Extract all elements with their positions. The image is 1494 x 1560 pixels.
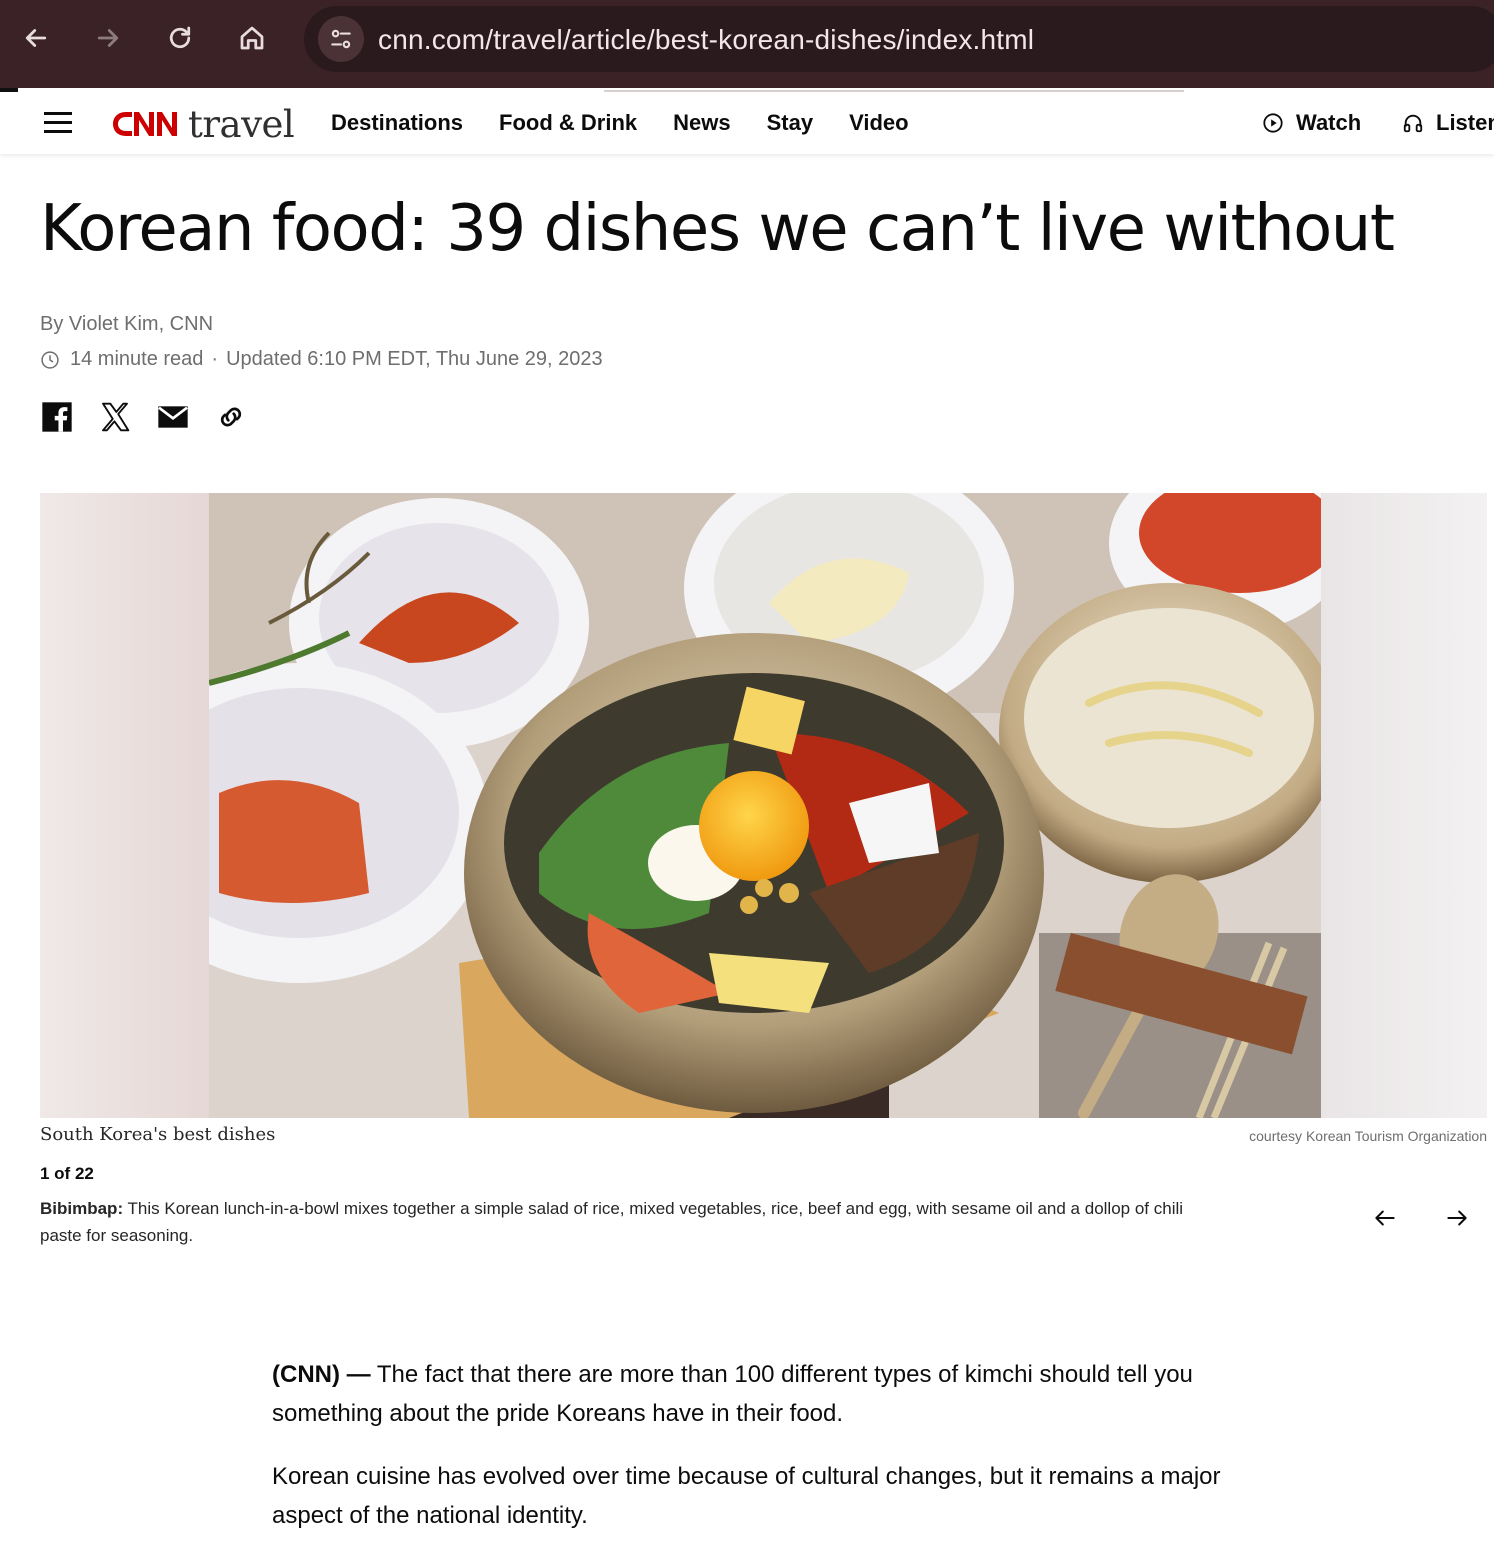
slide-caption-title: Bibimbap: — [40, 1199, 124, 1218]
arrow-right-icon — [97, 29, 119, 47]
headphones-icon — [1403, 114, 1423, 133]
link-icon — [220, 407, 242, 427]
address-bar[interactable]: cnn.com/travel/article/best-korean-dishe… — [304, 6, 1494, 72]
share-x-button[interactable] — [98, 400, 132, 434]
photo-credit: courtesy Korean Tourism Organization — [1249, 1128, 1487, 1144]
reload-icon — [169, 26, 191, 49]
gallery-caption-row: South Korea's best dishes courtesy Korea… — [40, 1124, 1487, 1145]
next-slide-peek[interactable] — [1321, 493, 1487, 1118]
back-button[interactable] — [16, 18, 56, 58]
play-circle-icon — [1263, 113, 1283, 133]
article-meta: 14 minute read · Updated 6:10 PM EDT, Th… — [40, 348, 603, 371]
article-paragraph-2: Korean cuisine has evolved over time bec… — [272, 1463, 1221, 1529]
arrow-left-icon — [1375, 1210, 1395, 1226]
share-email-button[interactable] — [156, 400, 190, 434]
bibimbap-photo — [209, 493, 1321, 1118]
cnn-travel-logo[interactable]: travel — [110, 102, 295, 146]
nav-news[interactable]: News — [673, 110, 730, 136]
x-icon — [102, 402, 130, 432]
slide-caption-text: This Korean lunch-in-a-bowl mixes togeth… — [40, 1199, 1184, 1245]
article-headline: Korean food: 39 dishes we can’t live wit… — [40, 192, 1395, 266]
main-nav: Destinations Food & Drink News Stay Vide… — [331, 110, 909, 136]
nav-stay[interactable]: Stay — [767, 110, 813, 136]
arrow-left-icon — [25, 29, 47, 47]
nav-food-drink[interactable]: Food & Drink — [499, 110, 637, 136]
browser-toolbar: cnn.com/travel/article/best-korean-dishe… — [0, 0, 1494, 88]
copy-link-button[interactable] — [214, 400, 248, 434]
site-info-button[interactable] — [318, 16, 364, 62]
article-paragraph-1: (CNN) — The fact that there are more tha… — [272, 1355, 1272, 1433]
menu-icon[interactable] — [44, 112, 72, 134]
byline[interactable]: By Violet Kim, CNN — [40, 313, 213, 336]
cnn-logo-icon — [113, 112, 177, 136]
url-text[interactable]: cnn.com/travel/article/best-korean-dishe… — [378, 24, 1034, 56]
home-button[interactable] — [232, 18, 272, 58]
watch-label: Watch — [1296, 110, 1362, 135]
updated-timestamp: Updated 6:10 PM EDT, Thu June 29, 2023 — [226, 348, 603, 370]
nav-video[interactable]: Video — [849, 110, 909, 136]
clock-icon — [41, 350, 59, 369]
logo-section-text: travel — [188, 102, 295, 146]
tune-icon — [331, 29, 351, 49]
home-icon — [240, 26, 264, 50]
read-time: 14 minute read — [70, 348, 204, 370]
reload-button[interactable] — [160, 18, 200, 58]
paragraph-1-text: The fact that there are more than 100 di… — [272, 1361, 1193, 1427]
previous-slide-peek[interactable] — [40, 493, 209, 1118]
email-icon — [158, 406, 188, 428]
meta-separator: · — [211, 348, 219, 370]
next-slide-button[interactable] — [1439, 1200, 1475, 1236]
forward-button[interactable] — [88, 18, 128, 58]
nav-destinations[interactable]: Destinations — [331, 110, 463, 136]
listen-button[interactable]: Listen — [1402, 110, 1494, 136]
arrow-right-icon — [1447, 1210, 1467, 1226]
slide-caption: Bibimbap: This Korean lunch-in-a-bowl mi… — [40, 1195, 1220, 1249]
image-gallery[interactable] — [40, 493, 1487, 1118]
listen-label: Listen — [1436, 110, 1494, 135]
share-bar — [40, 400, 248, 434]
slide-counter: 1 of 22 — [40, 1164, 94, 1183]
previous-slide-button[interactable] — [1367, 1200, 1403, 1236]
watch-button[interactable]: Watch — [1262, 110, 1361, 136]
facebook-icon — [42, 402, 72, 432]
site-header: travel Destinations Food & Drink News St… — [0, 92, 1494, 154]
dateline: (CNN) — — [272, 1361, 371, 1388]
share-facebook-button[interactable] — [40, 400, 74, 434]
